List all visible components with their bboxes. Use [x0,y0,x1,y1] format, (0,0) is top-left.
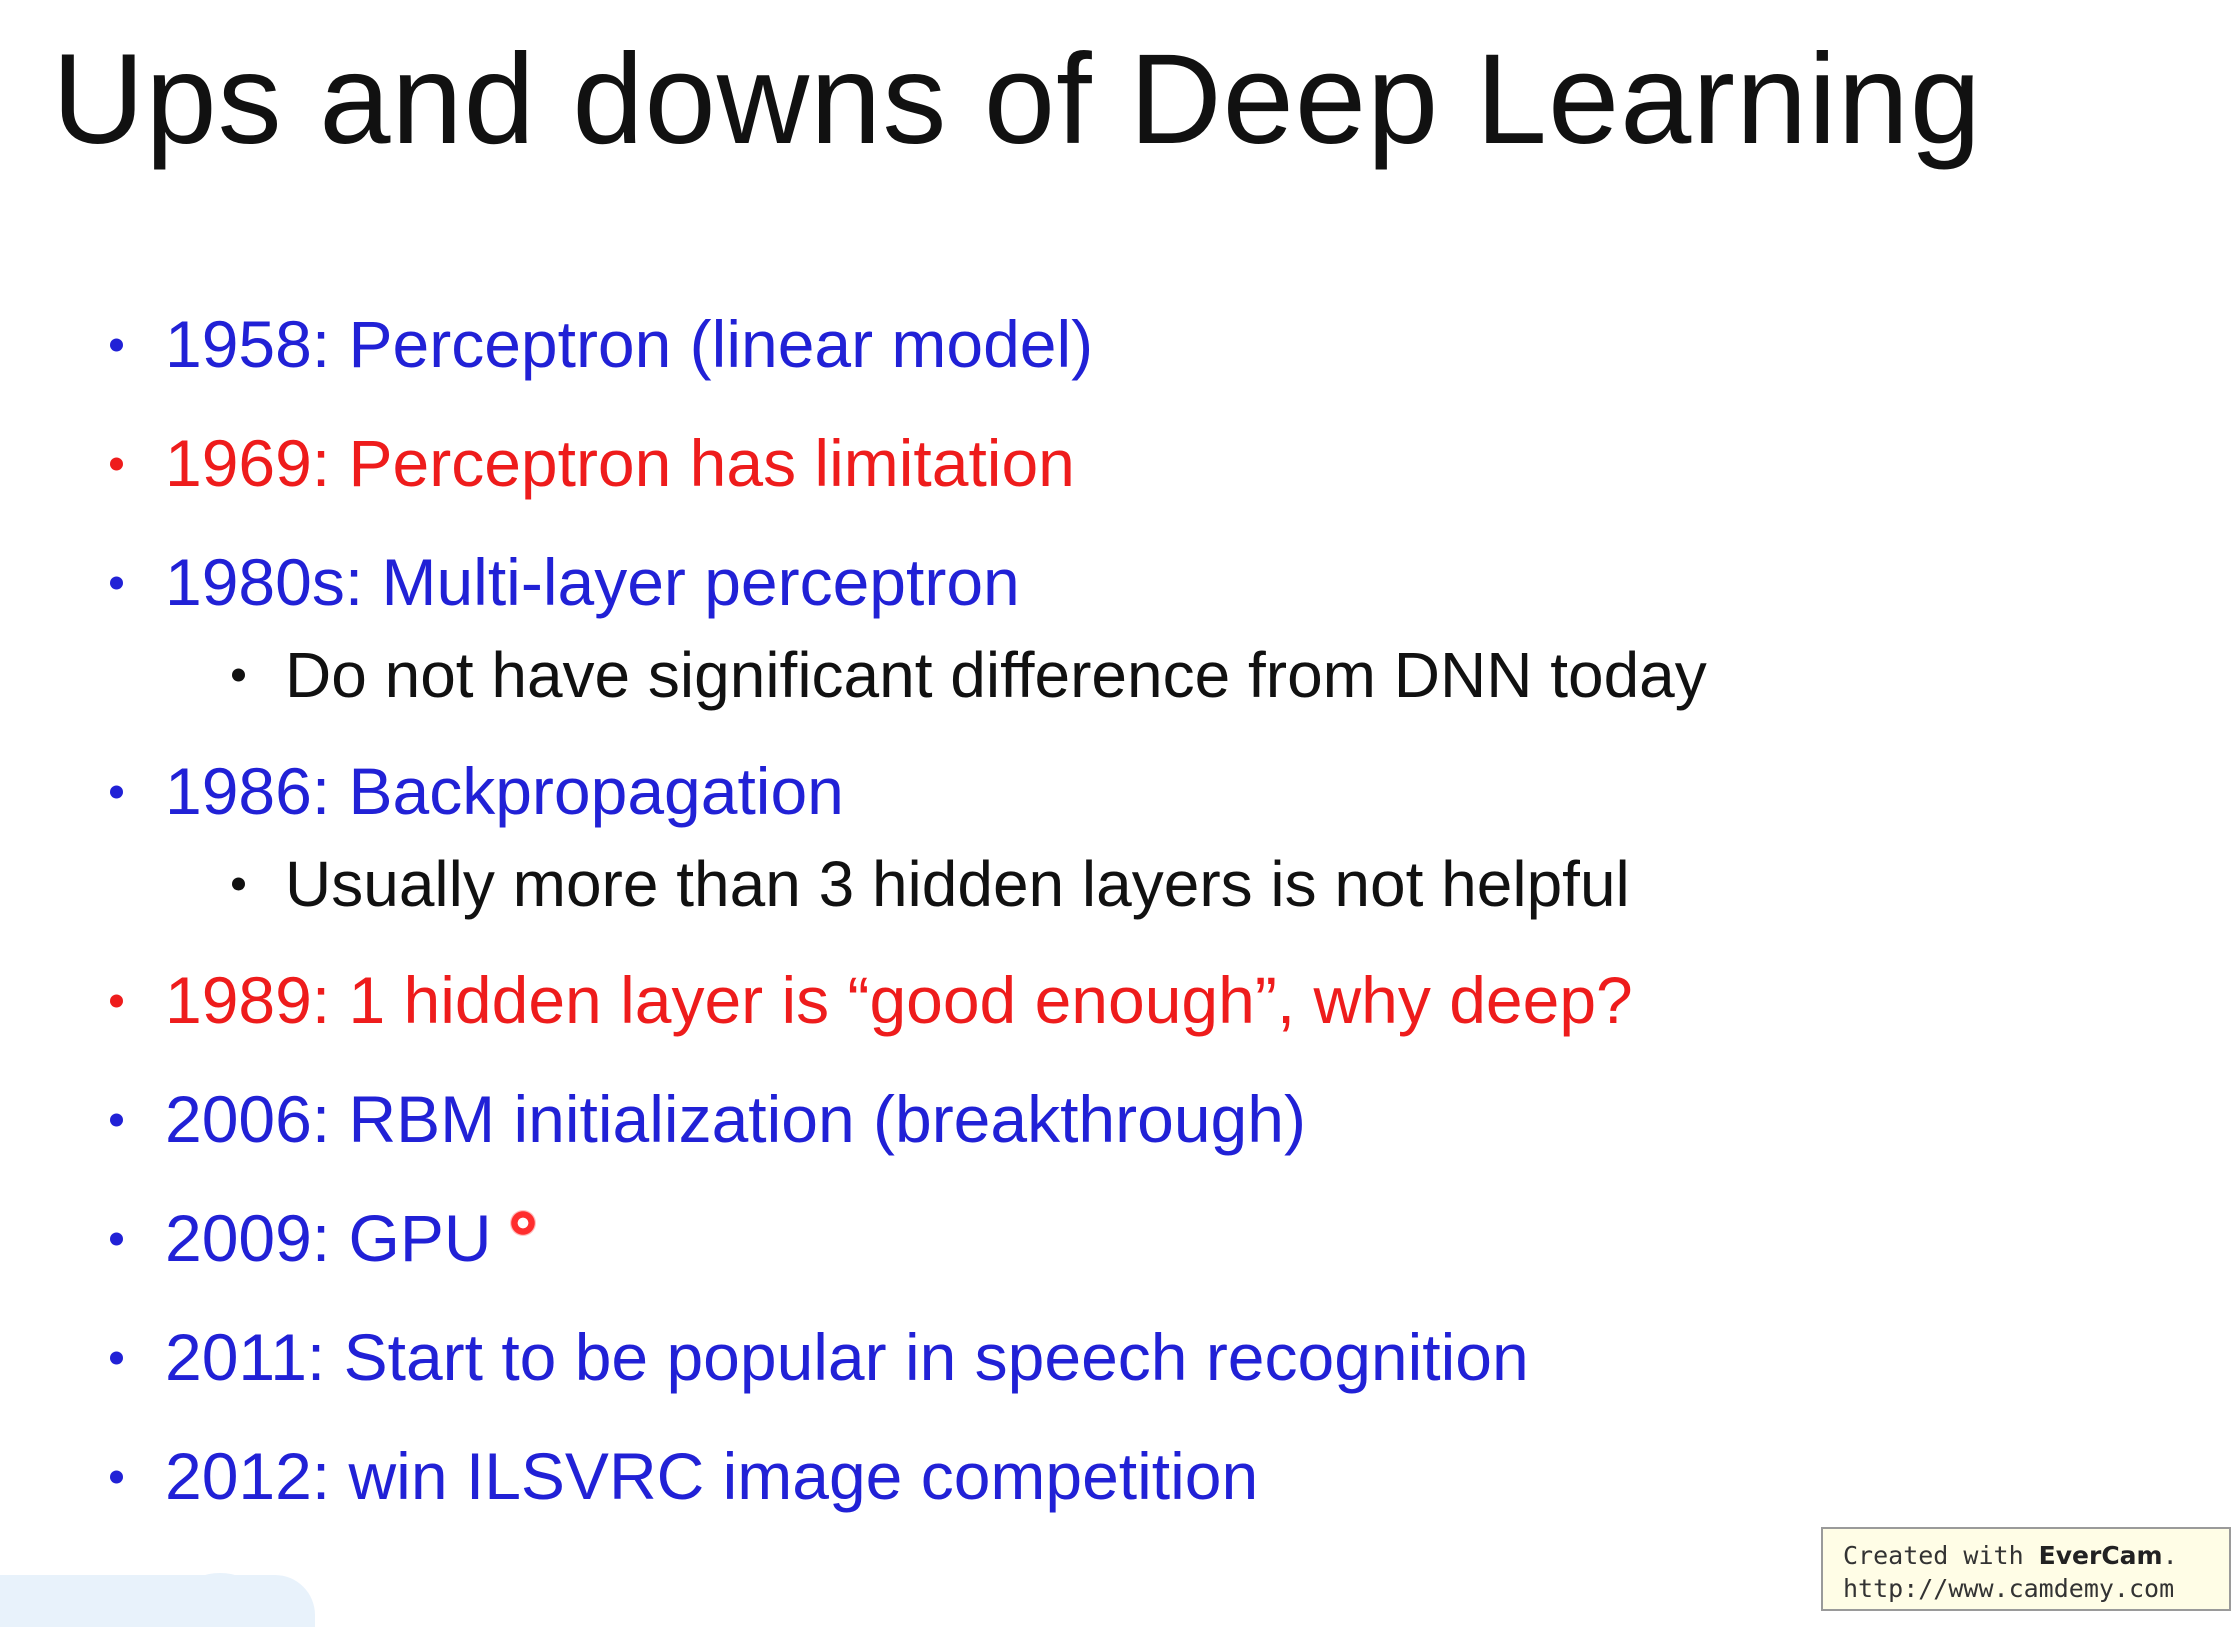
watermark-brand: EverCam [2038,1541,2163,1570]
bullet-dot-icon [110,785,123,798]
bullet-dot-icon [110,994,123,1007]
bullet-2009: 2009: GPU [100,1179,2180,1298]
bullet-2011: 2011: Start to be popular in speech reco… [100,1298,2180,1417]
slide-title: Ups and downs of Deep Learning [52,28,1982,171]
laser-pointer-icon [510,1210,536,1236]
bullet-list: 1958: Perceptron (linear model) 1969: Pe… [100,285,2180,1536]
watermark-suffix: . [2162,1541,2178,1570]
bullet-text: 1986: Backpropagation [165,754,844,828]
corner-decoration [0,1575,315,1627]
bullet-2006: 2006: RBM initialization (breakthrough) [100,1060,2180,1179]
bullet-dot-icon [110,1351,123,1364]
watermark-url: http://www.camdemy.com [1843,1574,2175,1603]
sub-bullet-text: Do not have significant difference from … [285,639,1707,711]
sub-bullet-1980s: Do not have significant difference from … [100,624,2180,726]
bullet-1969: 1969: Perceptron has limitation [100,404,2180,523]
bullet-text: 2012: win ILSVRC image competition [165,1439,1259,1513]
bullet-dot-icon [110,1113,123,1126]
watermark-line-1: Created with EverCam. [1843,1539,2215,1572]
evercam-watermark: Created with EverCam. http://www.camdemy… [1821,1527,2231,1611]
bullet-text: 2006: RBM initialization (breakthrough) [165,1082,1306,1156]
slide: Ups and downs of Deep Learning 1958: Per… [0,0,2231,1627]
bullet-dot-icon [110,1470,123,1483]
bullet-dot-icon [110,457,123,470]
bullet-text: 1969: Perceptron has limitation [165,426,1075,500]
bullet-text: 2011: Start to be popular in speech reco… [165,1320,1529,1394]
sub-bullet-dot-icon [232,877,245,891]
sub-bullet-1986: Usually more than 3 hidden layers is not… [100,833,2180,935]
bullet-text: 2009: GPU [165,1201,492,1275]
bullet-dot-icon [110,1232,123,1245]
bullet-text: 1958: Perceptron (linear model) [165,307,1094,381]
bullet-dot-icon [110,576,123,589]
sub-bullet-dot-icon [232,668,245,682]
bullet-text: 1980s: Multi-layer perceptron [165,545,1020,619]
bullet-2012: 2012: win ILSVRC image competition [100,1417,2180,1536]
sub-bullet-text: Usually more than 3 hidden layers is not… [285,848,1630,920]
bullet-1958: 1958: Perceptron (linear model) [100,285,2180,404]
watermark-prefix: Created with [1843,1541,2039,1570]
bullet-1989: 1989: 1 hidden layer is “good enough”, w… [100,941,2180,1060]
bullet-text: 1989: 1 hidden layer is “good enough”, w… [165,963,1633,1037]
bullet-dot-icon [110,338,123,351]
corner-decoration-bump [190,1573,250,1603]
